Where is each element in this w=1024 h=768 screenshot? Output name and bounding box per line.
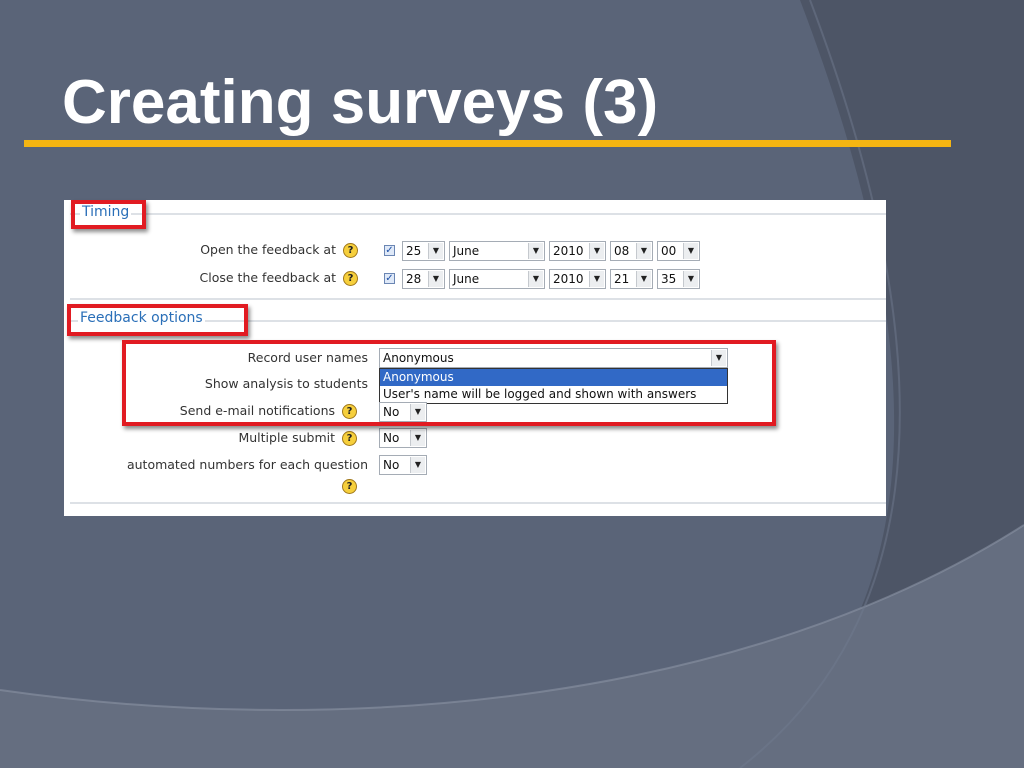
close-day-value: 28 <box>406 272 422 286</box>
multiple-submit-value: No <box>383 431 400 445</box>
multiple-submit-select[interactable]: No ▼ <box>379 428 427 448</box>
dropdown-arrow-icon: ▼ <box>589 271 604 287</box>
close-hour-value: 21 <box>614 272 630 286</box>
open-month-select[interactable]: June ▼ <box>449 241 545 261</box>
automated-numbers-select[interactable]: No ▼ <box>379 455 427 475</box>
close-month-value: June <box>453 272 480 286</box>
title-underline <box>24 140 951 147</box>
open-minute-value: 00 <box>661 244 677 258</box>
help-icon[interactable]: ? <box>342 431 357 446</box>
automated-numbers-label: automated numbers for each question <box>126 457 368 472</box>
open-hour-select[interactable]: 08 ▼ <box>610 241 653 261</box>
close-year-value: 2010 <box>553 272 584 286</box>
close-minute-select[interactable]: 35 ▼ <box>657 269 700 289</box>
open-enable-checkbox[interactable]: ✓ <box>384 245 395 256</box>
dropdown-arrow-icon: ▼ <box>428 243 443 259</box>
close-year-select[interactable]: 2010 ▼ <box>549 269 606 289</box>
slide-title: Creating surveys (3) <box>62 68 659 137</box>
close-feedback-label: Close the feedback at <box>199 270 336 285</box>
dropdown-arrow-icon: ▼ <box>683 243 698 259</box>
multiple-submit-label: Multiple submit <box>238 430 335 445</box>
close-hour-select[interactable]: 21 ▼ <box>610 269 653 289</box>
dropdown-arrow-icon: ▼ <box>410 430 425 446</box>
record-user-names-highlight-box <box>122 340 776 426</box>
dropdown-arrow-icon: ▼ <box>528 271 543 287</box>
close-enable-checkbox[interactable]: ✓ <box>384 273 395 284</box>
close-minute-value: 35 <box>661 272 677 286</box>
open-feedback-label: Open the feedback at <box>200 242 336 257</box>
dropdown-arrow-icon: ▼ <box>589 243 604 259</box>
close-month-select[interactable]: June ▼ <box>449 269 545 289</box>
open-year-select[interactable]: 2010 ▼ <box>549 241 606 261</box>
help-icon[interactable]: ? <box>343 271 358 286</box>
open-hour-value: 08 <box>614 244 630 258</box>
feedback-options-highlight-box <box>67 304 248 336</box>
open-day-select[interactable]: 25 ▼ <box>402 241 445 261</box>
timing-fieldset-bottom <box>70 298 886 300</box>
open-month-value: June <box>453 244 480 258</box>
help-icon[interactable]: ? <box>342 479 357 494</box>
close-day-select[interactable]: 28 ▼ <box>402 269 445 289</box>
help-icon[interactable]: ? <box>343 243 358 258</box>
open-day-value: 25 <box>406 244 422 258</box>
dropdown-arrow-icon: ▼ <box>636 271 651 287</box>
automated-numbers-value: No <box>383 458 400 472</box>
open-minute-select[interactable]: 00 ▼ <box>657 241 700 261</box>
dropdown-arrow-icon: ▼ <box>683 271 698 287</box>
feedback-options-fieldset-bottom <box>70 502 886 504</box>
open-year-value: 2010 <box>553 244 584 258</box>
timing-fieldset-border <box>70 213 886 215</box>
timing-highlight-box <box>71 200 146 229</box>
dropdown-arrow-icon: ▼ <box>528 243 543 259</box>
dropdown-arrow-icon: ▼ <box>636 243 651 259</box>
dropdown-arrow-icon: ▼ <box>410 457 425 473</box>
dropdown-arrow-icon: ▼ <box>428 271 443 287</box>
